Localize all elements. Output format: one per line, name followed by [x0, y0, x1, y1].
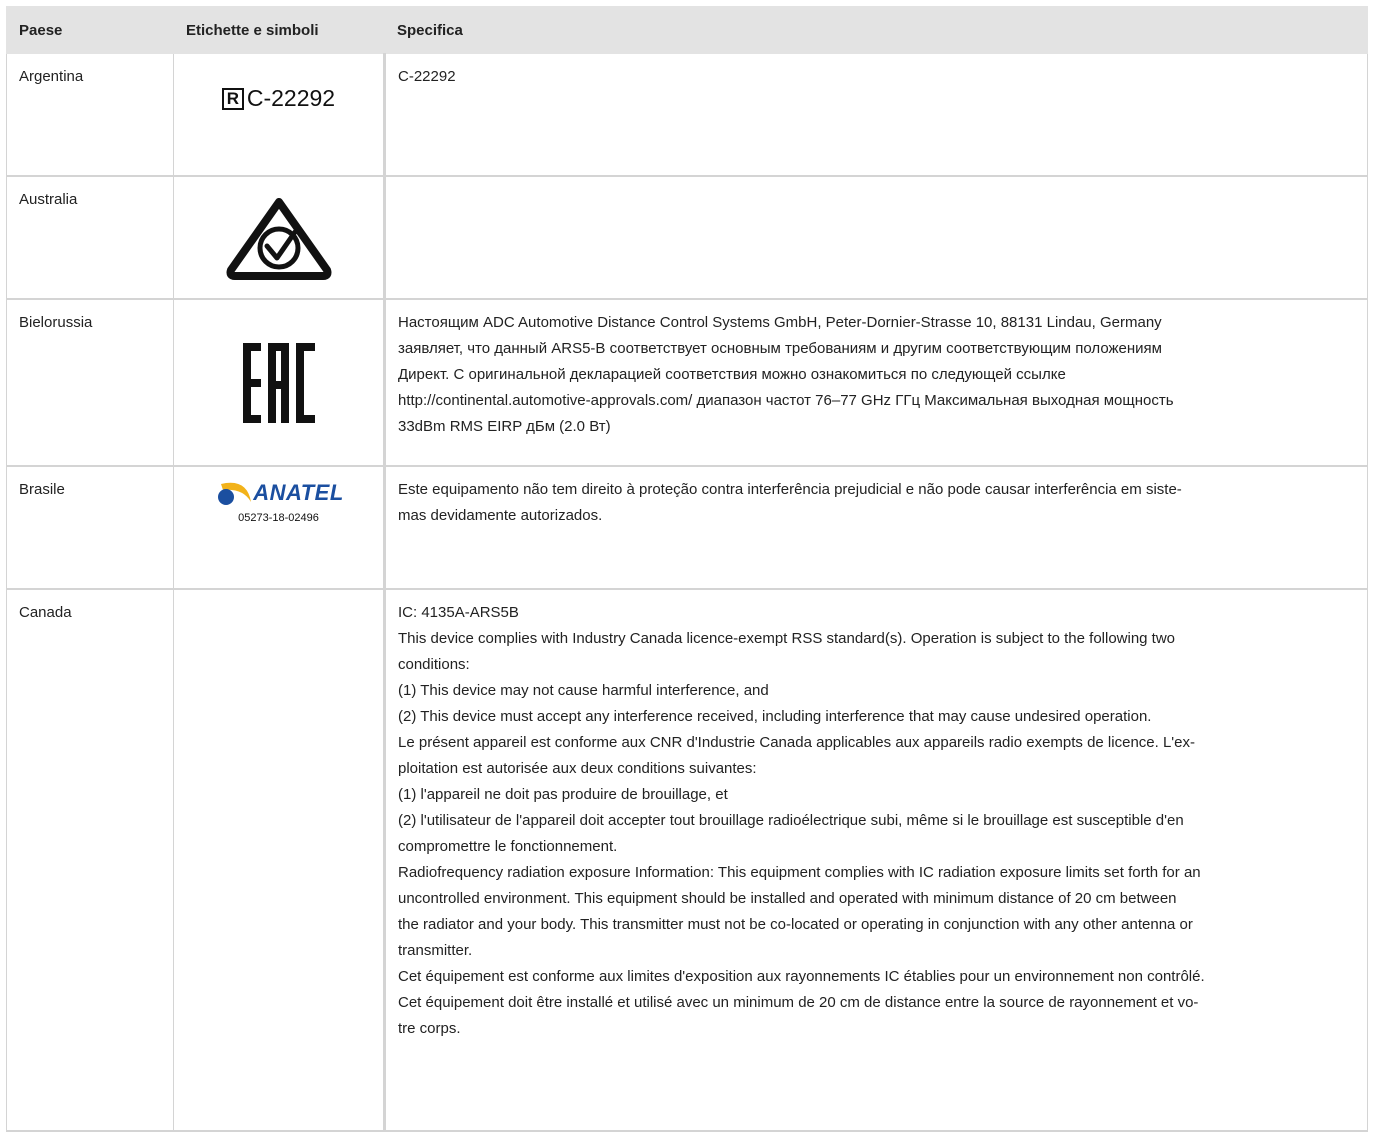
- spec-line: (2) l'utilisateur de l'appareil doit acc…: [398, 812, 1184, 829]
- table-row-bielorussia: Bielorussia Настоящим ADC Automotive Dis…: [6, 299, 1368, 467]
- spec-line: Le présent appareil est conforme aux CNR…: [398, 734, 1196, 751]
- spec-line: the radiator and your body. This transmi…: [398, 916, 1193, 933]
- spec-line: 33dBm RMS EIRP дБм (2.0 Вт): [398, 418, 611, 435]
- anatel-logo-icon: ANATEL 05273-18-02496: [213, 480, 344, 524]
- symbol-cell: [173, 589, 386, 1132]
- spec-line: Настоящим ADC Automotive Distance Contro…: [398, 314, 1162, 331]
- spec-line: IC: 4135A-ARS5B: [398, 604, 519, 621]
- country-cell: Canada: [6, 589, 174, 1132]
- rcm-compliance-mark-icon: [226, 197, 331, 280]
- table-header: Paese Etichette e simboli Specifica: [6, 6, 1368, 54]
- country-cell: Argentina: [6, 53, 174, 177]
- spec-line: This device complies with Industry Canad…: [398, 630, 1176, 647]
- spec-line: http://continental.automotive-approvals.…: [398, 392, 1174, 409]
- spec-cell: C-22292: [384, 53, 1368, 177]
- spec-cell: Настоящим ADC Automotive Distance Contro…: [384, 299, 1368, 467]
- header-symbols: Etichette e simboli: [173, 6, 385, 54]
- header-country: Paese: [6, 6, 174, 54]
- spec-line: ploitation est autorisée aux deux condit…: [398, 760, 757, 777]
- spec-line: Cet équipement est conforme aux limites …: [398, 968, 1205, 985]
- spec-line: transmitter.: [398, 942, 473, 959]
- header-spec: Specifica: [384, 6, 1368, 54]
- spec-line: (1) This device may not cause harmful in…: [398, 682, 769, 699]
- eac-mark-icon: [242, 342, 315, 423]
- symbol-cell: [173, 299, 386, 467]
- spec-line: Директ. С оригинальной декларацией соотв…: [398, 366, 1066, 383]
- registered-box: R: [221, 87, 244, 110]
- spec-line: conditions:: [398, 656, 470, 673]
- spec-line: compromettre le fonctionnement.: [398, 838, 618, 855]
- spec-line: Cet équipement doit être installé et uti…: [398, 994, 1199, 1011]
- spec-line: tre corps.: [398, 1020, 461, 1037]
- symbol-cell: ANATEL 05273-18-02496: [173, 466, 386, 590]
- symbol-cell: R C-22292: [173, 53, 386, 177]
- symbol-text: C-22292: [246, 85, 336, 111]
- spec-line: uncontrolled environment. This equipment…: [398, 890, 1177, 907]
- country-cell: Australia: [6, 176, 174, 300]
- spec-line: (2) This device must accept any interfer…: [398, 708, 1152, 725]
- anatel-swoosh-icon: [218, 482, 252, 505]
- table-row-argentina: Argentina R C-22292 C-22292: [6, 53, 1368, 177]
- table-row-brasile: Brasile ANATEL 05273-18-02496 Este equip…: [6, 466, 1368, 590]
- spec-line: заявляет, что данный ARS5-B соответствуе…: [398, 340, 1162, 357]
- header-row: Paese Etichette e simboli Specifica: [6, 6, 1368, 54]
- registered-mark-icon: R C-22292: [221, 85, 336, 112]
- spec-line: Radiofrequency radiation exposure Inform…: [398, 864, 1201, 881]
- spec-line: (1) l'appareil ne doit pas produire de b…: [398, 786, 728, 803]
- anatel-wordmark: ANATEL: [253, 480, 344, 505]
- regulatory-table: Paese Etichette e simboli Specifica Arge…: [6, 6, 1368, 1132]
- spec-line: Este equipamento não tem direito à prote…: [398, 481, 1182, 498]
- spec-line: mas devidamente autorizados.: [398, 507, 603, 524]
- anatel-code: 05273-18-02496: [238, 512, 319, 524]
- spec-line: C-22292: [398, 68, 456, 85]
- country-cell: Brasile: [6, 466, 174, 590]
- spec-cell: IC: 4135A-ARS5B This device complies wit…: [384, 589, 1368, 1132]
- country-cell: Bielorussia: [6, 299, 174, 467]
- spec-cell: Este equipamento não tem direito à prote…: [384, 466, 1368, 590]
- table-row-australia: Australia: [6, 176, 1368, 300]
- spec-cell: [384, 176, 1368, 300]
- symbol-cell: [173, 176, 386, 300]
- table-row-canada: Canada IC: 4135A-ARS5B This device compl…: [6, 589, 1368, 1132]
